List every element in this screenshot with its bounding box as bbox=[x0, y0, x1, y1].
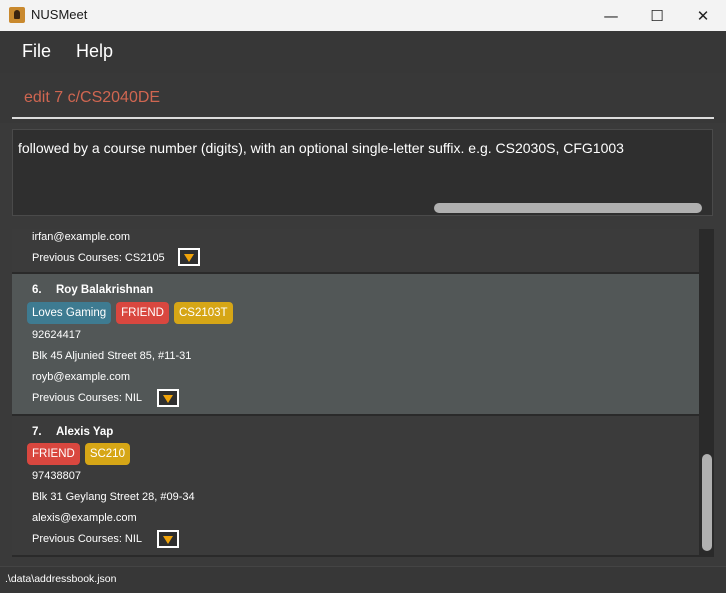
menu-bar: File Help bbox=[0, 31, 726, 73]
result-message: followed by a course number (digits), wi… bbox=[18, 140, 624, 156]
person-address: Blk 31 Geylang Street 28, #09-34 bbox=[32, 491, 195, 503]
person-card[interactable]: irfan@example.com Previous Courses: CS21… bbox=[12, 229, 699, 272]
person-name: 7. Alexis Yap bbox=[32, 426, 113, 438]
window-title: NUSMeet bbox=[31, 7, 88, 22]
previous-courses-dropdown-button[interactable] bbox=[178, 248, 200, 266]
person-list[interactable]: irfan@example.com Previous Courses: CS21… bbox=[12, 229, 714, 557]
result-horizontal-scrollbar[interactable] bbox=[434, 203, 702, 213]
chevron-down-icon bbox=[163, 395, 173, 403]
person-tags: FRIEND SC210 bbox=[27, 443, 130, 465]
person-previous-courses: Previous Courses: NIL bbox=[32, 392, 143, 404]
result-display[interactable]: followed by a course number (digits), wi… bbox=[12, 129, 713, 216]
person-email: irfan@example.com bbox=[32, 231, 130, 243]
save-location: .\data\addressbook.json bbox=[5, 573, 117, 585]
chevron-down-icon bbox=[184, 254, 194, 262]
previous-courses-dropdown-button[interactable] bbox=[157, 530, 179, 548]
person-address: Blk 45 Aljunied Street 85, #11-31 bbox=[32, 350, 192, 362]
person-index: 7. bbox=[32, 426, 42, 438]
command-input[interactable]: edit 7 c/CS2040DE bbox=[24, 89, 160, 107]
app-icon bbox=[9, 7, 25, 23]
tag: FRIEND bbox=[116, 302, 169, 324]
tag: FRIEND bbox=[27, 443, 80, 465]
minimize-button[interactable]: — bbox=[588, 0, 634, 31]
menu-file[interactable]: File bbox=[22, 41, 51, 62]
close-button[interactable]: ✕ bbox=[680, 0, 726, 31]
title-bar: NUSMeet — ☐ ✕ bbox=[0, 0, 726, 31]
status-bar: .\data\addressbook.json bbox=[0, 566, 726, 593]
tag: CS2103T bbox=[173, 302, 233, 324]
chevron-down-icon bbox=[163, 536, 173, 544]
person-previous-courses: Previous Courses: NIL bbox=[32, 533, 143, 545]
person-name-text: Roy Balakrishnan bbox=[56, 284, 154, 296]
person-phone: 92624417 bbox=[32, 329, 81, 341]
person-tags: Loves Gaming FRIEND CS2103T bbox=[27, 302, 233, 324]
person-index: 6. bbox=[32, 284, 42, 296]
person-name-text: Alexis Yap bbox=[56, 426, 114, 438]
person-card-selected[interactable]: 6. Roy Balakrishnan Loves Gaming FRIEND C… bbox=[12, 274, 699, 414]
person-phone: 97438807 bbox=[32, 470, 81, 482]
person-name: 6. Roy Balakrishnan bbox=[32, 284, 153, 296]
command-input-underline bbox=[12, 117, 714, 119]
tag: Loves Gaming bbox=[27, 302, 112, 324]
person-previous-courses: Previous Courses: CS2105 bbox=[32, 252, 165, 264]
previous-courses-dropdown-button[interactable] bbox=[157, 389, 179, 407]
tag: SC210 bbox=[84, 443, 130, 465]
person-email: royb@example.com bbox=[32, 371, 130, 383]
maximize-button[interactable]: ☐ bbox=[634, 0, 680, 31]
menu-help[interactable]: Help bbox=[76, 41, 113, 62]
person-list-vertical-scrollbar[interactable] bbox=[702, 454, 712, 551]
person-card[interactable]: 7. Alexis Yap FRIEND SC210 97438807 Blk 3… bbox=[12, 416, 699, 555]
person-email: alexis@example.com bbox=[32, 512, 137, 524]
